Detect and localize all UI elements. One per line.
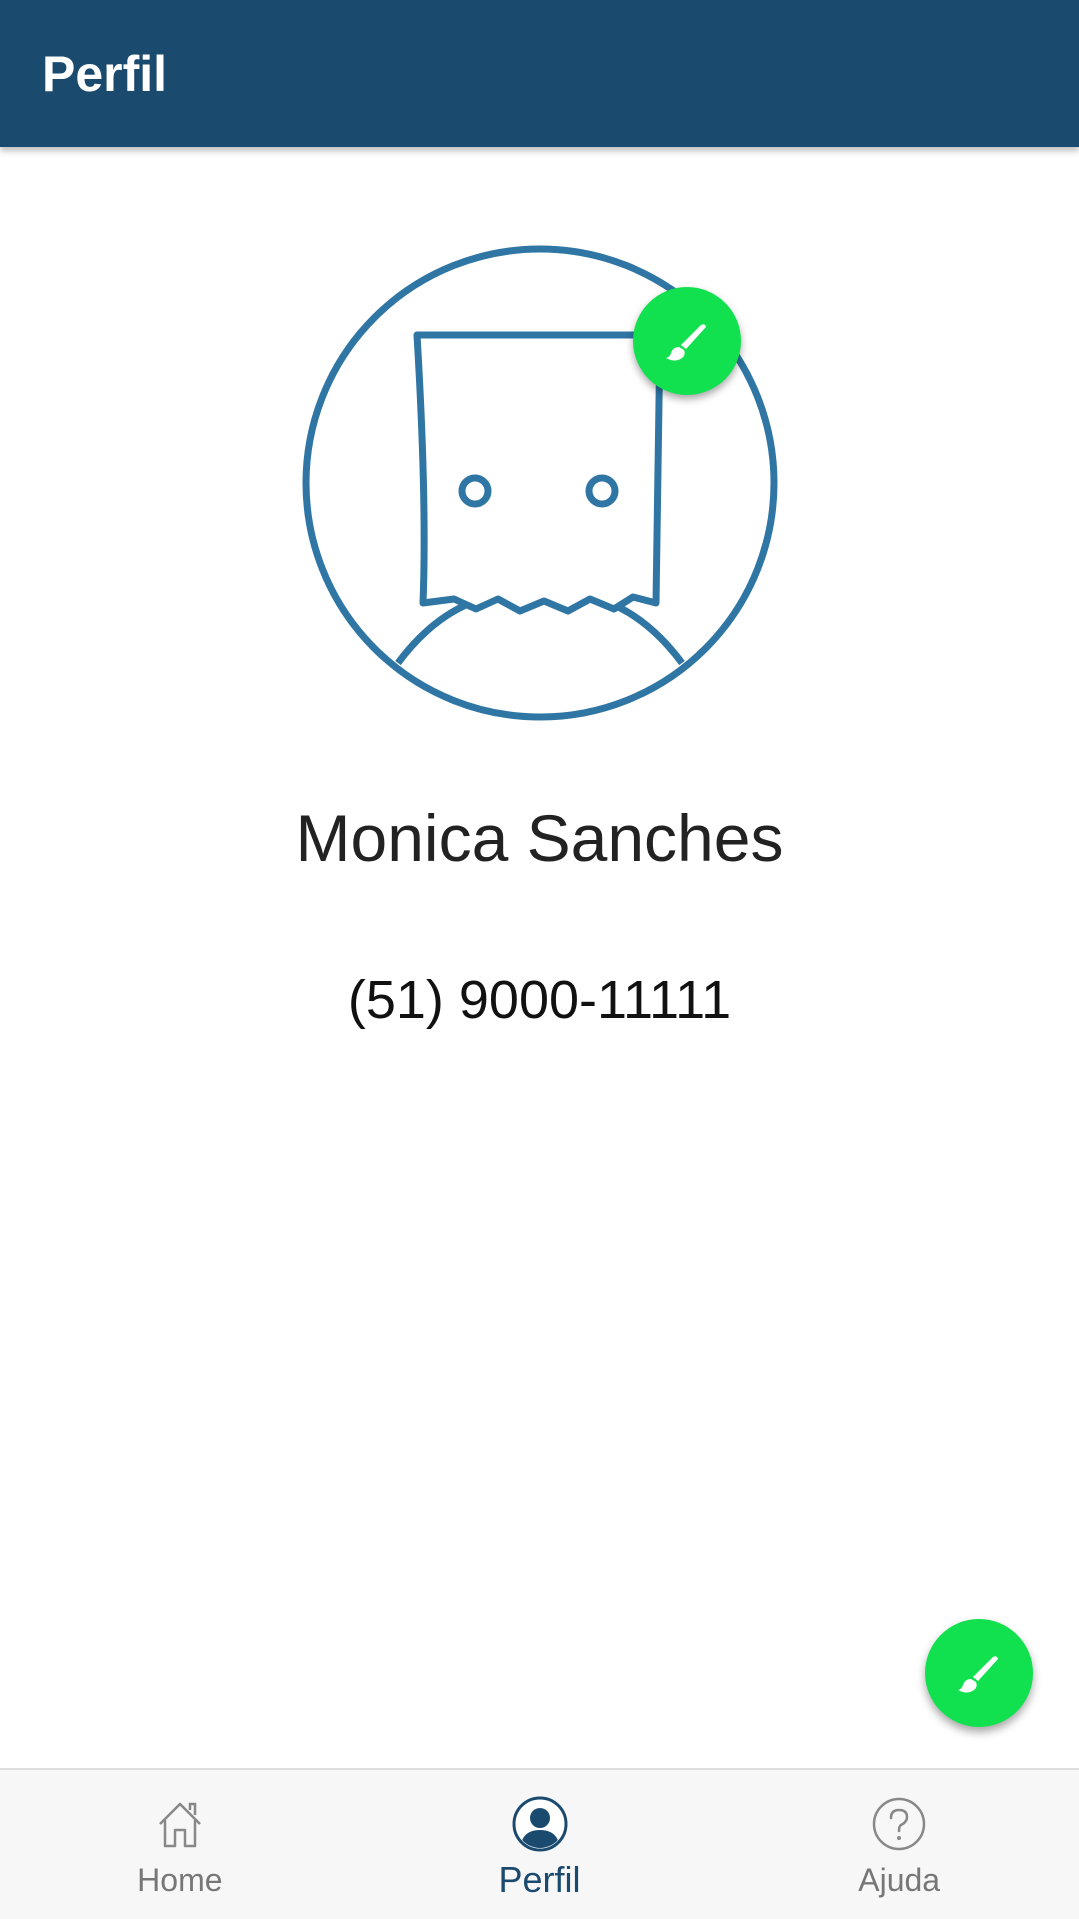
nav-label-perfil: Perfil	[498, 1859, 581, 1900]
paintbrush-icon	[666, 324, 706, 361]
profile-phone: (51) 9000-11111	[347, 970, 732, 1030]
nav-label-ajuda: Ajuda	[858, 1862, 941, 1898]
edit-avatar-button[interactable]	[633, 287, 741, 395]
page-title: Perfil	[42, 46, 168, 102]
edit-profile-fab[interactable]	[925, 1619, 1033, 1727]
home-icon	[158, 1802, 201, 1848]
bottom-nav: Home Perfil Ajuda	[0, 1768, 1079, 1919]
app-bar: Perfil	[0, 0, 1079, 147]
profile-name: Monica Sanches	[295, 801, 784, 875]
help-icon	[872, 1797, 926, 1851]
profile-screen: Perfil Monica Sanches (51) 9000-11111 Ho…	[0, 0, 1079, 1919]
nav-item-perfil[interactable]: Perfil	[360, 1770, 720, 1919]
paintbrush-icon	[958, 1656, 998, 1693]
nav-item-home[interactable]: Home	[0, 1770, 360, 1919]
nav-item-ajuda[interactable]: Ajuda	[719, 1770, 1079, 1919]
nav-label-home: Home	[137, 1862, 223, 1898]
person-icon	[512, 1796, 567, 1852]
